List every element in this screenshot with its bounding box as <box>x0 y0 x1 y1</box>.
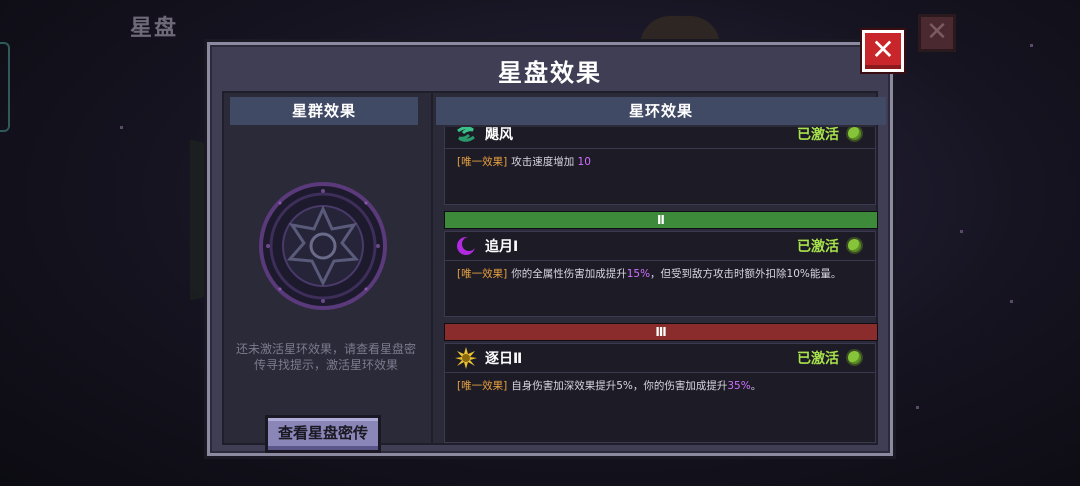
description-text: ，但受到敌方攻击时额外扣除10%能量。 <box>650 268 842 280</box>
description-highlight: 15% <box>626 268 651 280</box>
dialog-title: 星盘效果 <box>498 59 602 87</box>
effect-description: [唯一效果] 你的全属性伤害加成提升15%，但受到敌方攻击时额外扣除10%能量。 <box>457 266 865 281</box>
description-highlight: 10 <box>577 156 591 168</box>
effect-description: [唯一效果] 攻击速度增加 10 <box>457 154 865 169</box>
star-ring-effects-list[interactable]: 飓风 已激活 [唯一效果] 攻击速度增加 10 Ⅱ 追月Ⅰ 已激活 [唯一效果]… <box>438 127 884 443</box>
swirl-wind-icon <box>457 127 475 142</box>
description-text: 攻击速度增加 <box>511 156 578 168</box>
unique-effect-tag: [唯一效果] <box>457 268 508 280</box>
column-divider <box>431 93 433 443</box>
background-close-button: ✕ <box>918 14 956 52</box>
dialog-content: 星群效果 还未激活星环效果，请查看星盘密传寻找提示，激活星环效果 查看星盘密传 … <box>222 91 886 453</box>
effect-card: 逐日Ⅱ 已激活 [唯一效果] 自身伤害加深效果提升5%，你的伤害加成提升35%。 <box>444 343 876 443</box>
unique-effect-tag: [唯一效果] <box>457 156 508 168</box>
star <box>1010 300 1013 303</box>
star <box>1030 44 1033 47</box>
effect-header: 飓风 已激活 <box>445 127 875 149</box>
effect-header: 追月Ⅰ 已激活 <box>445 232 875 261</box>
unique-effect-tag: [唯一效果] <box>457 380 508 392</box>
effect-name: 飓风 <box>485 127 513 143</box>
description-text: 自身伤害加深效果提升5%，你的伤害加成提升 <box>511 380 728 392</box>
effect-status: 已激活 <box>797 239 839 255</box>
description-text: 。 <box>750 380 762 392</box>
constellation-effect-header: 星群效果 <box>230 97 418 125</box>
star-ring-effect-header: 星环效果 <box>436 97 886 125</box>
description-highlight: 35% <box>727 380 751 392</box>
sun-icon <box>455 347 477 369</box>
star-disk-effects-dialog: 星盘效果 星群效果 还未激活星环效果，请查看星盘密传寻找提示，激活星环效果 查看… <box>207 42 893 456</box>
effect-description: [唯一效果] 自身伤害加深效果提升5%，你的伤害加成提升35%。 <box>457 378 865 393</box>
crescent-moon-icon <box>457 237 476 255</box>
effect-card: 追月Ⅰ 已激活 [唯一效果] 你的全属性伤害加成提升15%，但受到敌方攻击时额外扣… <box>444 231 876 317</box>
star <box>120 126 123 129</box>
active-indicator-icon <box>846 237 863 254</box>
inactive-ring-hint: 还未激活星环效果，请查看星盘密传寻找提示，激活星环效果 <box>235 342 416 372</box>
tier-divider-3: Ⅲ <box>444 323 878 341</box>
effect-name: 逐日Ⅱ <box>485 351 523 367</box>
effect-header: 逐日Ⅱ 已激活 <box>445 344 875 373</box>
effect-card: 飓风 已激活 [唯一效果] 攻击速度增加 10 <box>444 127 876 205</box>
constellation-disk-icon <box>259 182 387 310</box>
effect-status: 已激活 <box>797 351 839 367</box>
star <box>960 230 963 233</box>
tier-divider-2: Ⅱ <box>444 211 878 229</box>
background-screen-title: 星盘 <box>130 16 179 41</box>
side-tab-edge <box>0 42 10 132</box>
effect-status: 已激活 <box>797 127 839 143</box>
active-indicator-icon <box>846 127 863 142</box>
description-text: 你的全属性伤害加成提升 <box>511 268 627 280</box>
active-indicator-icon <box>846 349 863 366</box>
star <box>916 406 919 409</box>
close-dialog-button[interactable]: ✕ <box>862 30 904 72</box>
view-star-disk-lore-button[interactable]: 查看星盘密传 <box>265 415 381 453</box>
close-icon: ✕ <box>871 33 895 66</box>
effect-name: 追月Ⅰ <box>485 239 519 255</box>
